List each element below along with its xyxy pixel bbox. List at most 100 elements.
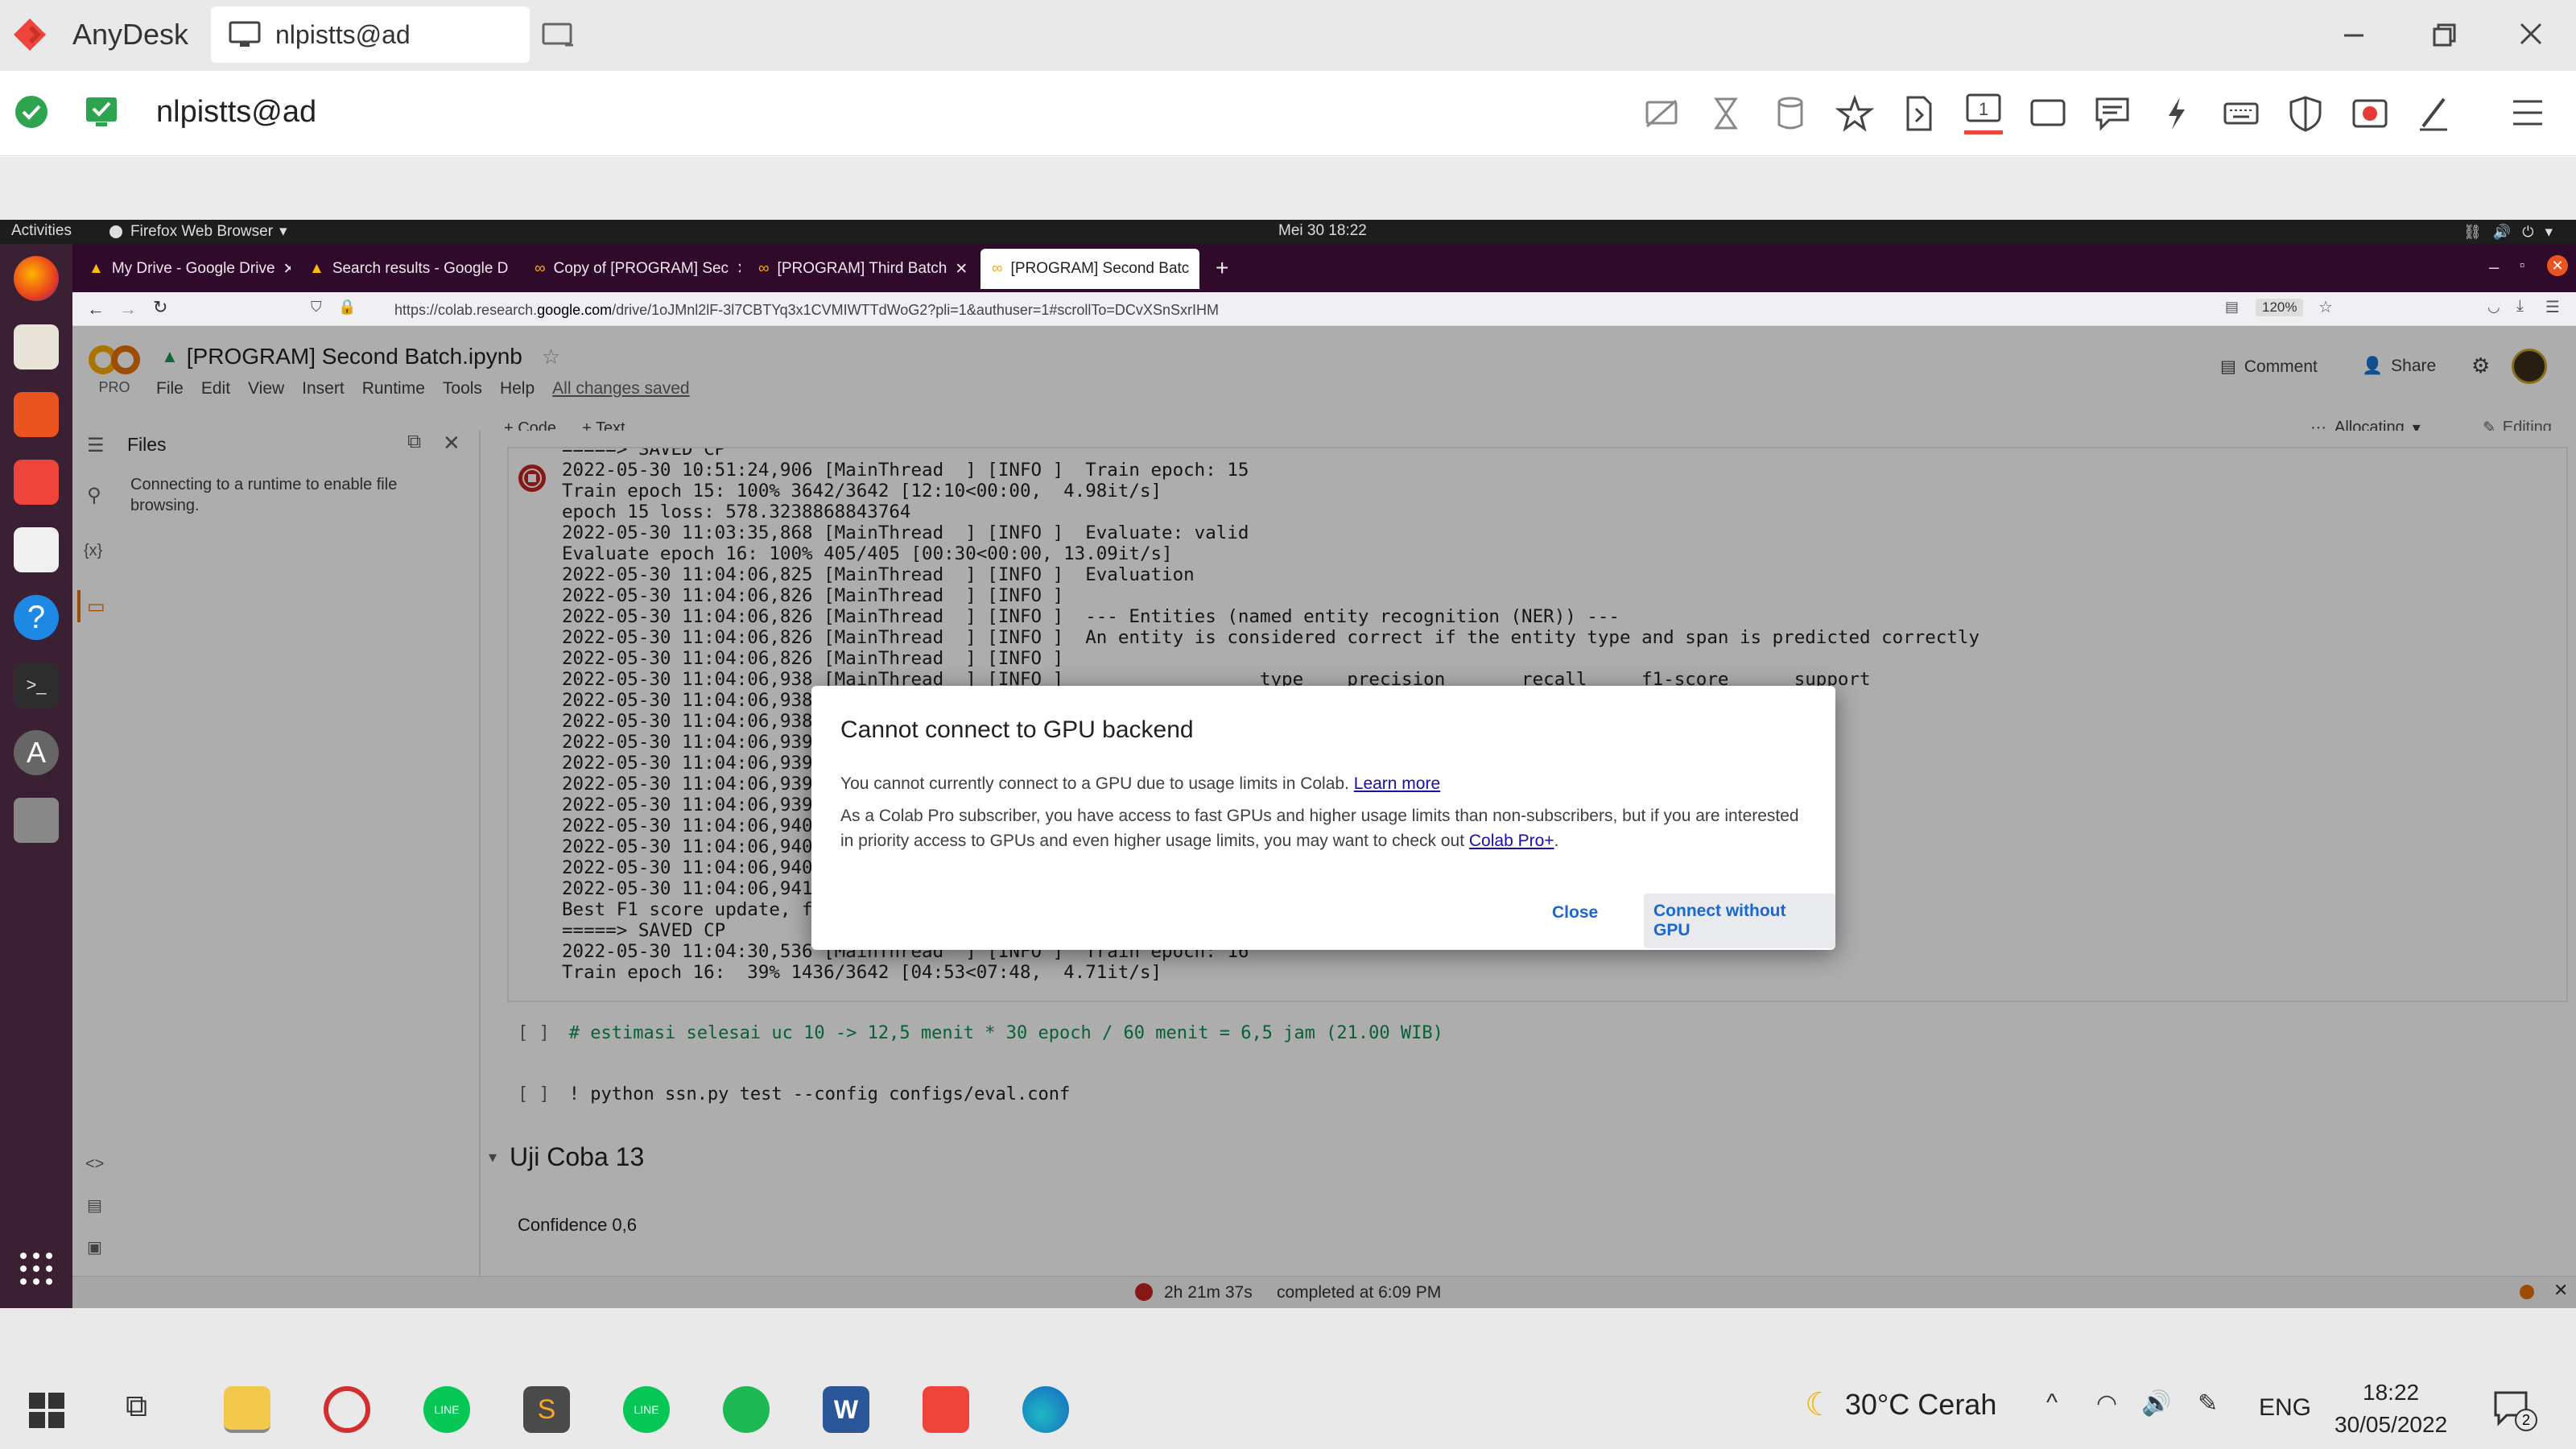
dialog-paragraph: As a Colab Pro subscriber, you have acce… [840, 803, 1823, 853]
activities-button[interactable]: Activities [11, 222, 72, 240]
app-menu[interactable]: Firefox Web Browser ▾ [108, 222, 287, 241]
url-bar[interactable]: https://colab.research. google.com/drive/… [394, 298, 2439, 322]
opera-icon[interactable] [324, 1386, 370, 1433]
wifi-icon[interactable]: ◠ [2096, 1389, 2117, 1418]
close-window-icon[interactable] [2516, 19, 2545, 48]
weather-widget[interactable]: ☾ 30°C Cerah [1805, 1386, 1996, 1423]
file-explorer-icon[interactable] [224, 1386, 270, 1433]
star-icon[interactable] [1835, 94, 1874, 133]
power-icon: ⏻ [2522, 224, 2534, 240]
url-path: /drive/1oJMnl2lF-3l7CBTYq3x1CVMIWTTdWoG2… [612, 301, 1219, 318]
shield-icon[interactable]: ⛉ [311, 299, 322, 316]
app-menu-label: Firefox Web Browser [130, 222, 274, 240]
terminal-icon[interactable]: >_ [14, 663, 59, 708]
help-icon[interactable]: ? [14, 595, 59, 640]
new-session-icon[interactable] [541, 21, 575, 50]
restore-icon[interactable] [2429, 21, 2458, 50]
anydesk-session-tab[interactable]: nlpistts@ad [211, 6, 530, 63]
reload-icon[interactable]: ↻ [153, 297, 167, 318]
file-transfer-icon[interactable] [1900, 94, 1938, 133]
close-tab-icon[interactable]: ✕ [1197, 260, 1199, 279]
browser-tab[interactable]: ∞ Copy of [PROGRAM] Sec ✕ [523, 249, 741, 289]
ubuntu-clock[interactable]: Mei 30 18:22 [1278, 222, 1367, 240]
task-view-icon[interactable]: ⧉ [126, 1389, 147, 1424]
taskbar-clock[interactable]: 18:22 30/05/2022 [2334, 1377, 2447, 1441]
word-icon[interactable]: W [823, 1386, 869, 1433]
new-tab-icon[interactable]: + [1216, 255, 1228, 281]
close-tab-icon[interactable]: ✕ [737, 260, 741, 279]
anydesk-dock-icon[interactable] [14, 460, 59, 505]
chevron-down-icon: ▾ [279, 223, 287, 240]
browser-tab[interactable]: ▲ My Drive - Google Drive ✕ [77, 249, 291, 289]
database-icon[interactable] [1771, 94, 1810, 133]
app-menu-icon[interactable]: ☰ [2545, 297, 2560, 317]
windows-taskbar: ⧉ LINE S LINE W ☾ 30°C Cerah ^ ◠ 🔊 ✎ ENG… [0, 1368, 2576, 1449]
browser-tab-active[interactable]: ∞ [PROGRAM] Second Batc ✕ [980, 249, 1199, 289]
spotify-icon[interactable] [723, 1386, 770, 1433]
tab-label: Search results - Google D [332, 260, 509, 277]
lightning-icon[interactable] [2157, 94, 2196, 133]
close-tab-icon[interactable]: ✕ [955, 260, 966, 279]
colab-pro-plus-link[interactable]: Colab Pro+ [1469, 832, 1554, 850]
gpu-dialog: Cannot connect to GPU backend You cannot… [811, 686, 1835, 950]
minimize-icon[interactable] [2339, 21, 2368, 50]
updater-icon[interactable]: A [14, 730, 59, 775]
connection-ok-icon [14, 95, 48, 129]
system-tray[interactable]: ⛓ 🔊 ⏻ ▾ [2463, 223, 2553, 242]
browser-tab[interactable]: ▲ Search results - Google D ✕ [298, 249, 517, 289]
anydesk-titlebar: AnyDesk nlpistts@ad [0, 0, 2576, 71]
forward-icon[interactable]: → [119, 299, 137, 320]
restore-icon[interactable]: ▫ [2520, 257, 2524, 274]
drive-icon: ▲ [89, 260, 104, 277]
tab-label: [PROGRAM] Third Batch [777, 260, 947, 277]
sublime-icon[interactable]: S [523, 1386, 570, 1433]
fullscreen-icon[interactable] [2029, 94, 2067, 133]
download-icon[interactable]: ⤓ [2516, 297, 2524, 316]
chevron-up-icon[interactable]: ^ [2046, 1389, 2058, 1417]
anydesk-taskbar-icon[interactable] [923, 1386, 969, 1433]
close-tab-icon[interactable]: ✕ [283, 260, 291, 279]
files-icon[interactable] [14, 324, 59, 369]
colab-icon: ∞ [992, 260, 1003, 277]
drive-icon: ▲ [309, 260, 324, 277]
pen-icon[interactable] [2415, 94, 2454, 133]
pocket-icon[interactable]: ◡ [2487, 299, 2500, 316]
line-icon[interactable]: LINE [623, 1386, 670, 1433]
permissions-icon[interactable] [84, 95, 119, 129]
minimize-icon[interactable]: – [2489, 257, 2499, 278]
tab-label: [PROGRAM] Second Batc [1010, 260, 1190, 277]
remote-address: nlpistts@ad [156, 95, 317, 129]
record-icon[interactable] [2351, 94, 2389, 133]
display-select-icon[interactable]: 1 [1964, 92, 2003, 134]
windows-start-icon[interactable] [29, 1393, 64, 1428]
firefox-icon[interactable] [14, 256, 59, 301]
edge-icon[interactable] [1022, 1386, 1069, 1433]
volume-icon[interactable]: 🔊 [2141, 1389, 2171, 1418]
close-button[interactable]: Close [1544, 898, 1606, 927]
shield-icon[interactable] [2286, 94, 2325, 133]
url-prefix: https://colab.research. [394, 301, 538, 318]
input-language[interactable]: ENG [2259, 1394, 2311, 1422]
privacy-mode-icon[interactable] [1642, 94, 1681, 133]
connect-without-gpu-button[interactable]: Connect without GPU [1644, 894, 1835, 948]
url-domain: google.com [537, 301, 613, 318]
pen-tray-icon[interactable]: ✎ [2198, 1389, 2218, 1418]
notification-center-icon[interactable]: 2 [2492, 1389, 2537, 1431]
close-window-icon[interactable]: ✕ [2547, 255, 2568, 276]
keyboard-icon[interactable] [2222, 94, 2260, 133]
lock-icon[interactable]: 🔒 [338, 299, 356, 316]
disc-icon[interactable] [14, 798, 59, 843]
chat-icon[interactable] [2093, 94, 2132, 133]
close-tab-icon[interactable]: ✕ [516, 260, 517, 279]
dialog-text: As a Colab Pro subscriber, you have acce… [840, 807, 1799, 825]
hamburger-menu-icon[interactable] [2510, 97, 2545, 129]
browser-tab[interactable]: ∞ [PROGRAM] Third Batch ✕ [747, 249, 966, 289]
text-editor-icon[interactable] [14, 527, 59, 572]
software-center-icon[interactable] [14, 392, 59, 437]
notification-count: 2 [2515, 1409, 2537, 1431]
learn-more-link[interactable]: Learn more [1354, 774, 1440, 793]
line-icon[interactable]: LINE [423, 1386, 470, 1433]
hourglass-icon[interactable] [1707, 94, 1745, 133]
show-apps-icon[interactable] [18, 1250, 55, 1287]
back-icon[interactable]: ← [87, 299, 105, 320]
